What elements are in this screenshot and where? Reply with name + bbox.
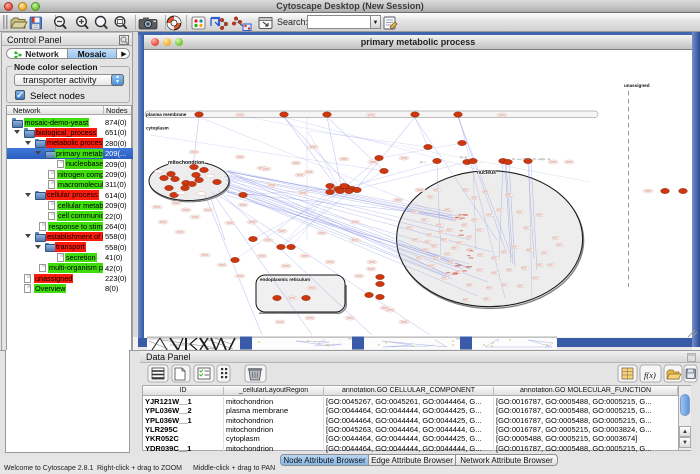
svg-text:.......: ....... — [478, 160, 484, 164]
svg-text:endoplasmic reticulum: endoplasmic reticulum — [260, 277, 310, 282]
svg-text:mitochondrion: mitochondrion — [168, 160, 204, 166]
svg-text:nucleus: nucleus — [477, 170, 496, 176]
svg-text:[C..s]: [C..s] — [460, 155, 467, 159]
svg-text:cytoplasm: cytoplasm — [146, 126, 169, 131]
svg-text:.....: ..... — [445, 160, 449, 164]
svg-text:f(x): f(x) — [644, 370, 656, 380]
svg-text:unassigned: unassigned — [624, 83, 650, 88]
svg-text:[C...us]..[C..n]...[C...us][C.: [C...us]..[C..n]...[C...us][C...s] — [512, 157, 550, 161]
svg-text:plasma membrane: plasma membrane — [146, 112, 187, 117]
svg-text:[C..]: [C..] — [420, 160, 426, 164]
